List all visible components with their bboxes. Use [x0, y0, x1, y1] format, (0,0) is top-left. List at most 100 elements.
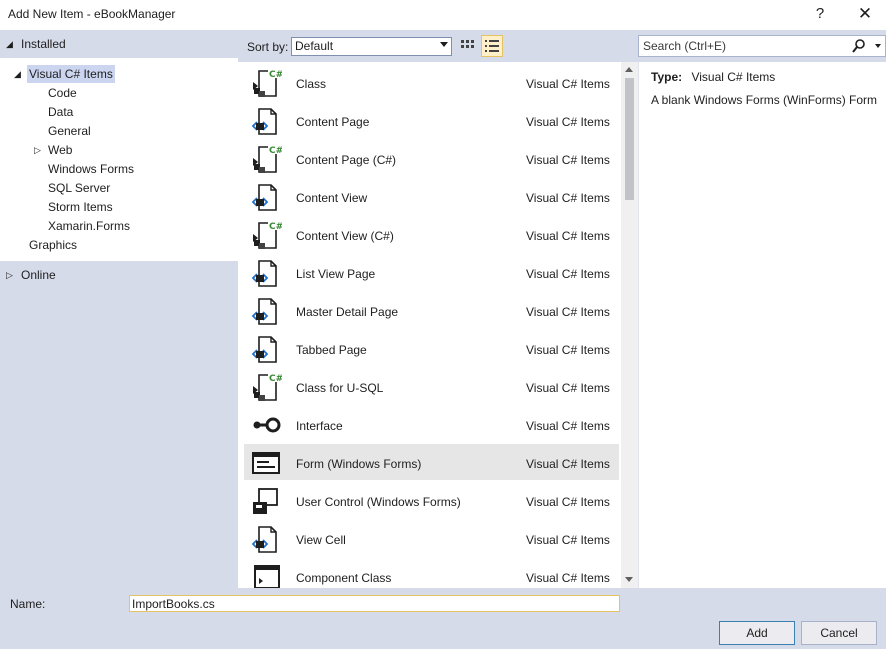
template-name: Content View: [296, 191, 368, 205]
template-category: Visual C# Items: [526, 305, 610, 319]
scroll-up-arrow-icon[interactable]: [625, 67, 633, 72]
help-button[interactable]: ?: [807, 3, 833, 25]
xaml-page-icon: [250, 334, 282, 364]
template-row[interactable]: Master Detail Page Visual C# Items: [244, 292, 619, 328]
collapse-triangle-icon[interactable]: ◢: [14, 69, 24, 79]
type-label: Type:: [651, 70, 683, 84]
list-view-icon: [485, 40, 499, 52]
type-value: Visual C# Items: [691, 70, 776, 84]
expand-triangle-icon[interactable]: ▷: [34, 145, 44, 155]
template-row[interactable]: Form (Windows Forms) Visual C# Items: [244, 444, 619, 480]
tree-node-windows-forms[interactable]: Windows Forms: [48, 160, 134, 178]
xaml-page-icon: [250, 258, 282, 288]
add-new-item-dialog: Add New Item - eBookManager ? ✕ ◢ Instal…: [0, 0, 886, 649]
template-name: Master Detail Page: [296, 305, 399, 319]
template-name: User Control (Windows Forms): [296, 495, 461, 509]
tree-node-web[interactable]: Web: [48, 141, 72, 159]
template-name: Content Page: [296, 115, 370, 129]
template-row[interactable]: Interface Visual C# Items: [244, 406, 619, 442]
template-name: Content Page (C#): [296, 153, 397, 167]
search-options-chevron-icon[interactable]: [875, 44, 881, 48]
search-icon[interactable]: [851, 38, 867, 54]
template-name: Component Class: [296, 571, 392, 585]
cancel-button[interactable]: Cancel: [801, 621, 877, 645]
add-button[interactable]: Add: [719, 621, 795, 645]
template-name: List View Page: [296, 267, 376, 281]
svg-text:C#: C#: [269, 146, 282, 156]
scroll-down-arrow-icon[interactable]: [625, 577, 633, 582]
csharp-file-icon: C#: [250, 68, 283, 98]
details-pane: Type: Visual C# Items A blank Windows Fo…: [638, 62, 886, 588]
tree-node-sql-server[interactable]: SQL Server: [48, 179, 110, 197]
template-list: C# Class Visual C# Items Content Page Visual…: [244, 62, 621, 588]
template-row[interactable]: C# Class for U-SQL Visual C# Items: [244, 368, 619, 404]
xaml-page-icon: [250, 524, 282, 554]
csharp-file-icon: C#: [250, 144, 283, 174]
item-description: A blank Windows Forms (WinForms) Form: [651, 93, 878, 107]
template-row[interactable]: Content View Visual C# Items: [244, 178, 619, 214]
sort-by-value: Default: [295, 39, 334, 53]
xaml-page-icon: [250, 296, 282, 326]
template-category: Visual C# Items: [526, 533, 610, 547]
template-row[interactable]: User Control (Windows Forms) Visual C# It…: [244, 482, 619, 518]
template-category: Visual C# Items: [526, 381, 610, 395]
svg-text:C#: C#: [269, 222, 282, 232]
installed-header[interactable]: ◢ Installed: [0, 30, 238, 58]
template-category: Visual C# Items: [526, 457, 610, 471]
sort-by-dropdown[interactable]: Default: [291, 37, 452, 56]
tree-node-graphics[interactable]: Graphics: [29, 236, 77, 254]
template-name: Class for U-SQL: [296, 381, 384, 395]
template-category: Visual C# Items: [526, 115, 610, 129]
tree-node-visual-csharp-items[interactable]: Visual C# Items: [27, 65, 115, 83]
windows-form-icon: [250, 448, 282, 478]
tree-node-storm-items[interactable]: Storm Items: [48, 198, 113, 216]
svg-text:C#: C#: [269, 70, 282, 80]
name-label: Name:: [10, 597, 46, 611]
template-row[interactable]: C# Content Page (C#) Visual C# Items: [244, 140, 619, 176]
tree-node-general[interactable]: General: [48, 122, 91, 140]
tree-node-code[interactable]: Code: [48, 84, 77, 102]
sort-by-label: Sort by:: [247, 40, 289, 54]
template-name: Content View (C#): [296, 229, 394, 243]
xaml-page-icon: [250, 106, 282, 136]
window-title: Add New Item - eBookManager: [8, 7, 176, 21]
template-row[interactable]: View Cell Visual C# Items: [244, 520, 619, 556]
template-category: Visual C# Items: [526, 495, 610, 509]
close-button[interactable]: ✕: [852, 3, 878, 25]
template-row[interactable]: C# Class Visual C# Items: [244, 64, 619, 100]
collapse-triangle-icon[interactable]: ◢: [6, 39, 16, 49]
grid-view-icon: [461, 40, 474, 48]
installed-node[interactable]: Installed: [21, 35, 66, 53]
svg-text:C#: C#: [269, 374, 282, 384]
medium-icons-view-button[interactable]: [457, 35, 477, 55]
user-control-icon: [250, 486, 282, 516]
template-row[interactable]: Component Class Visual C# Items: [244, 558, 619, 588]
tree-node-xamarin-forms[interactable]: Xamarin.Forms: [48, 217, 130, 235]
list-view-button[interactable]: [481, 35, 503, 57]
csharp-file-icon: C#: [250, 220, 283, 250]
name-field[interactable]: [129, 595, 620, 612]
template-name: Tabbed Page: [296, 343, 367, 357]
component-icon: [250, 562, 282, 588]
online-node[interactable]: Online: [21, 266, 56, 284]
tree-node-data[interactable]: Data: [48, 103, 73, 121]
template-category: Visual C# Items: [526, 267, 610, 281]
chevron-down-icon: [440, 42, 448, 47]
template-tree-pane: ◢ Installed ◢ Visual C# Items Code Data …: [0, 30, 238, 588]
template-category: Visual C# Items: [526, 571, 610, 585]
template-category: Visual C# Items: [526, 153, 610, 167]
type-line: Type: Visual C# Items: [651, 70, 775, 84]
search-input[interactable]: Search (Ctrl+E): [638, 35, 886, 57]
template-name: Form (Windows Forms): [296, 457, 422, 471]
template-row[interactable]: Content Page Visual C# Items: [244, 102, 619, 138]
scrollbar-thumb[interactable]: [625, 78, 634, 200]
list-scrollbar[interactable]: [621, 62, 638, 588]
interface-icon: [250, 410, 282, 440]
template-name: View Cell: [296, 533, 346, 547]
template-row[interactable]: Tabbed Page Visual C# Items: [244, 330, 619, 366]
expand-triangle-icon[interactable]: ▷: [6, 270, 16, 280]
online-section: ▷ Online: [0, 261, 238, 588]
template-row[interactable]: C# Content View (C#) Visual C# Items: [244, 216, 619, 252]
template-category: Visual C# Items: [526, 77, 610, 91]
template-row[interactable]: List View Page Visual C# Items: [244, 254, 619, 290]
